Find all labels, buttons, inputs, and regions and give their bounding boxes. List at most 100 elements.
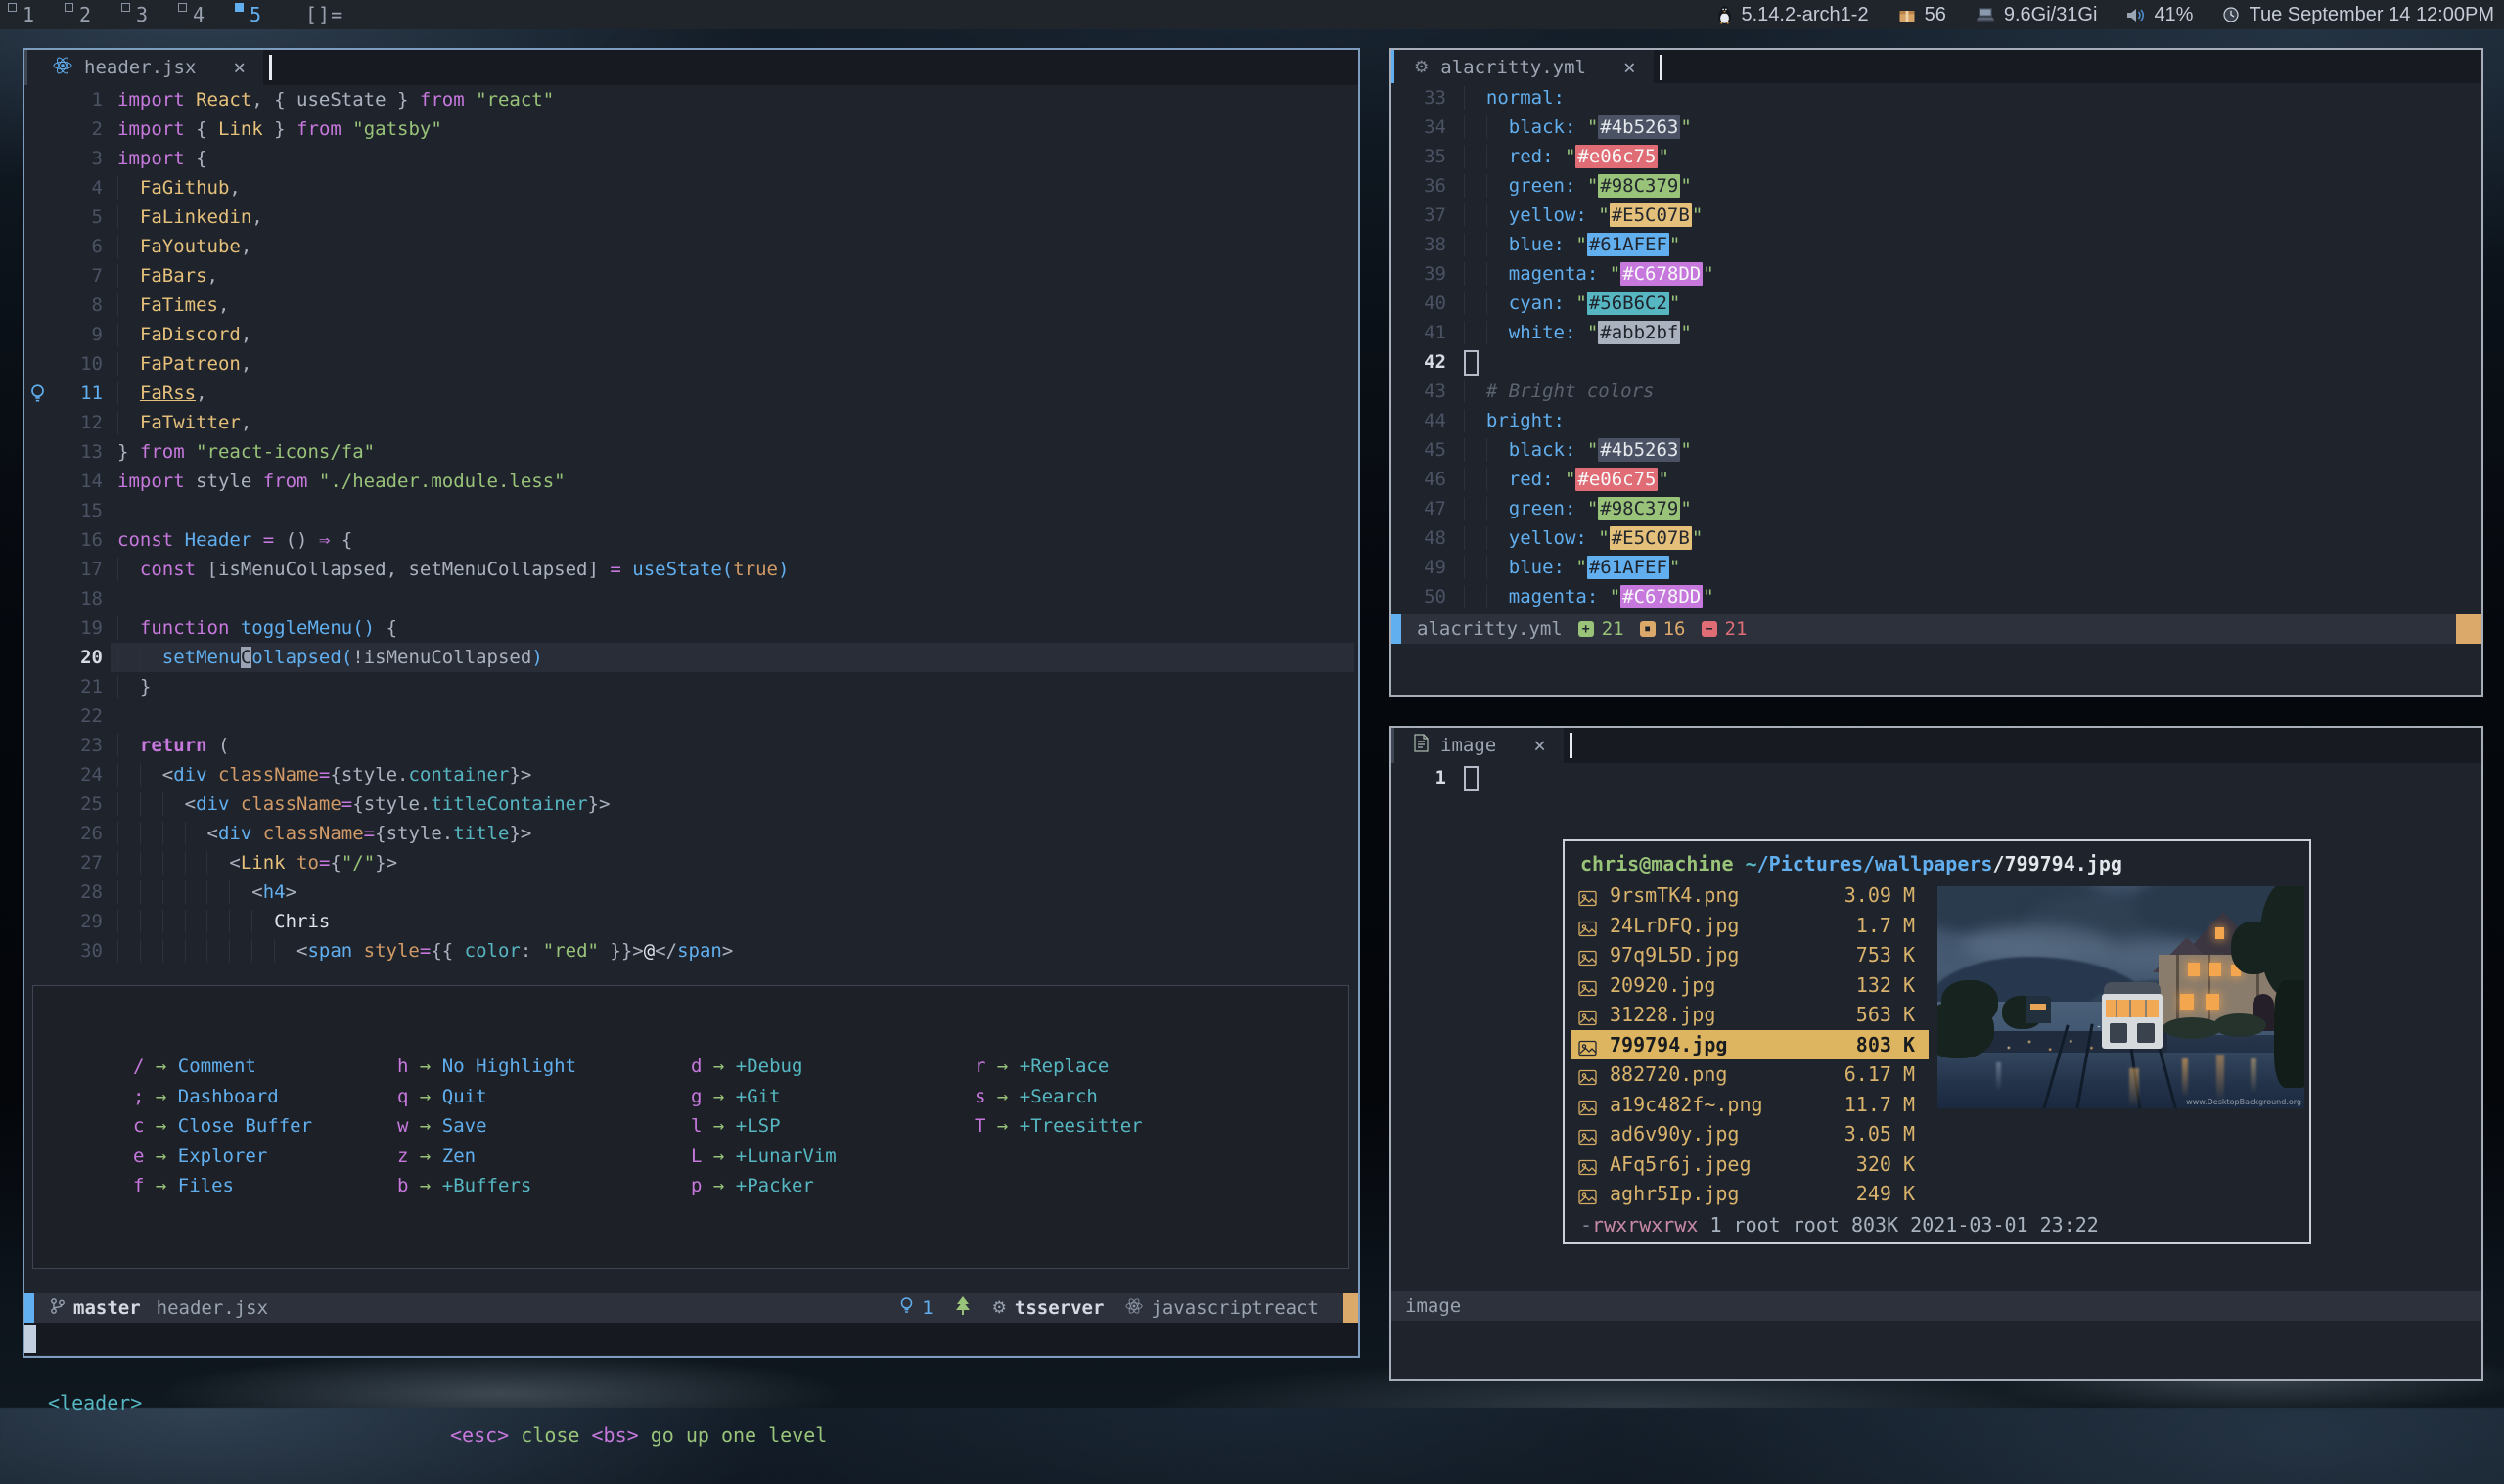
code-line[interactable]: 39 magenta: "#C678DD" <box>1391 259 2481 289</box>
code-line[interactable]: 47 green: "#98C379" <box>1391 494 2481 523</box>
code-line[interactable]: 34 black: "#4b5263" <box>1391 112 2481 142</box>
clock-icon <box>2222 6 2240 23</box>
mode-indicator <box>1391 614 1401 644</box>
whichkey-binding-no-highlight: h → No Highlight <box>397 1056 576 1077</box>
code-line[interactable]: 23 return ( <box>24 731 1358 760</box>
tabline: ⚙ alacritty.yml × <box>1391 50 2481 85</box>
statusline-filename: image <box>1405 1295 1461 1317</box>
code-line[interactable]: 42 <box>1391 347 2481 377</box>
image-file-icon <box>1578 1184 1597 1213</box>
code-line[interactable]: 18 <box>24 584 1358 613</box>
code-line[interactable]: 12 FaTwitter, <box>24 408 1358 437</box>
workspace-4[interactable]: 4 <box>170 0 227 29</box>
code-line[interactable]: 16const Header = () ⇒ { <box>24 525 1358 555</box>
file-row: 97q9L5D.jpg753 K <box>1571 940 1929 969</box>
code-line[interactable]: 26 <div className={style.title}> <box>24 819 1358 848</box>
code-line[interactable]: 24 <div className={style.container}> <box>24 760 1358 789</box>
code-line[interactable]: 41 white: "#abb2bf" <box>1391 318 2481 347</box>
window-editor-left: header.jsx × 1import React, { useState }… <box>23 48 1360 1358</box>
code-line[interactable]: 36 green: "#98C379" <box>1391 171 2481 201</box>
layout-indicator[interactable]: []= <box>305 3 343 26</box>
code-line[interactable]: 30 <span style={{ color: "red" }}>@</spa… <box>24 936 1358 966</box>
code-line[interactable]: 6 FaYoutube, <box>24 232 1358 261</box>
code-line[interactable]: 33 normal: <box>1391 83 2481 112</box>
code-line[interactable]: 45 black: "#4b5263" <box>1391 435 2481 465</box>
cmdline-cursor <box>24 1325 36 1353</box>
code-line[interactable]: 43 # Bright colors <box>1391 377 2481 406</box>
code-line[interactable]: 29 Chris <box>24 907 1358 936</box>
code-line[interactable]: 1import React, { useState } from "react" <box>24 85 1358 114</box>
volume-icon <box>2126 7 2145 23</box>
code-line[interactable]: 35 red: "#e06c75" <box>1391 142 2481 171</box>
close-icon[interactable]: × <box>233 56 246 79</box>
whichkey-binding--git: g → +Git <box>691 1086 781 1107</box>
tab-label: alacritty.yml <box>1440 57 1586 78</box>
code-line[interactable]: 7 FaBars, <box>24 261 1358 291</box>
painting-tram <box>2102 982 2163 1057</box>
tab-alacritty-yml[interactable]: ⚙ alacritty.yml × <box>1394 50 1654 85</box>
code-line[interactable]: 10 FaPatreon, <box>24 349 1358 379</box>
whichkey-binding--replace: r → +Replace <box>975 1056 1109 1077</box>
package-icon <box>1898 6 1916 23</box>
code-line[interactable]: 38 blue: "#61AFEF" <box>1391 230 2481 259</box>
code-line[interactable]: 17 const [isMenuCollapsed, setMenuCollap… <box>24 555 1358 584</box>
code-line[interactable]: 19 function toggleMenu() { <box>24 613 1358 643</box>
tab-label: image <box>1440 735 1496 756</box>
code-line[interactable]: 3import { <box>24 144 1358 173</box>
code-line[interactable]: 28 <h4> <box>24 877 1358 907</box>
git-added: +21 <box>1578 618 1624 640</box>
workspace-1[interactable]: 1 <box>0 0 57 29</box>
code-line[interactable]: 4 FaGithub, <box>24 173 1358 202</box>
statusline-alacritty: alacritty.yml +21 ■16 −21 <box>1391 614 2481 644</box>
git-add-icon: + <box>1578 621 1594 637</box>
code-line[interactable]: 40 cyan: "#56B6C2" <box>1391 289 2481 318</box>
code-line[interactable]: 44 bright: <box>1391 406 2481 435</box>
penguin-icon <box>1716 5 1733 24</box>
whichkey-binding--packer: p → +Packer <box>691 1175 814 1196</box>
workspace-3[interactable]: 3 <box>114 0 170 29</box>
close-icon[interactable]: × <box>1623 56 1636 79</box>
whichkey-binding--treesitter: T → +Treesitter <box>975 1115 1143 1137</box>
whichkey-binding-save: w → Save <box>397 1115 487 1137</box>
git-change-icon: ■ <box>1640 621 1656 637</box>
tab-image[interactable]: image × <box>1394 728 1564 763</box>
diagnostic-hint: 1 <box>899 1296 933 1320</box>
code-line[interactable]: 27 <Link to={"/"}> <box>24 848 1358 877</box>
status-module-clock: Tue September 14 12:00PM <box>2222 4 2494 26</box>
file-row: 24LrDFQ.jpg1.7 M <box>1571 911 1929 940</box>
code-line[interactable]: 9 FaDiscord, <box>24 320 1358 349</box>
file-row: 20920.jpg132 K <box>1571 970 1929 1000</box>
mode-indicator <box>24 1293 34 1323</box>
document-icon <box>1414 734 1429 757</box>
file-row: 882720.png6.17 M <box>1571 1059 1929 1089</box>
workspace-5[interactable]: 5 <box>227 0 284 29</box>
whichkey-binding--lunarvim: L → +LunarVim <box>691 1146 837 1167</box>
code-line[interactable]: 48 yellow: "#E5C07B" <box>1391 523 2481 553</box>
close-icon[interactable]: × <box>1533 734 1546 757</box>
code-line[interactable]: 11 FaRss, <box>24 379 1358 408</box>
code-line[interactable]: 5 FaLinkedin, <box>24 202 1358 232</box>
code-line[interactable]: 25 <div className={style.titleContainer}… <box>24 789 1358 819</box>
code-line[interactable]: 8 FaTimes, <box>24 291 1358 320</box>
code-line[interactable]: 15 <box>24 496 1358 525</box>
file-row: a19c482f~.png11.7 M <box>1571 1090 1929 1119</box>
code-line[interactable]: 22 <box>24 701 1358 731</box>
code-line[interactable]: 2import { Link } from "gatsby" <box>24 114 1358 144</box>
code-line[interactable]: 14import style from "./header.module.les… <box>24 467 1358 496</box>
code-buffer-alacritty[interactable]: 33 normal:34 black: "#4b5263"35 red: "#e… <box>1391 83 2481 614</box>
code-line[interactable]: 1 <box>1391 763 2481 792</box>
status-module-package: 56 <box>1898 4 1946 26</box>
code-line[interactable]: 50 magenta: "#C678DD" <box>1391 582 2481 611</box>
code-line[interactable]: 20 setMenuCollapsed(!isMenuCollapsed) <box>24 643 1358 672</box>
gear-icon: ⚙ <box>1414 58 1429 77</box>
git-branch: master <box>50 1297 141 1320</box>
whichkey-binding-explorer: e → Explorer <box>133 1146 267 1167</box>
code-line[interactable]: 37 yellow: "#E5C07B" <box>1391 201 2481 230</box>
code-line[interactable]: 13} from "react-icons/fa" <box>24 437 1358 467</box>
tab-header-jsx[interactable]: header.jsx × <box>27 50 263 85</box>
code-line[interactable]: 46 red: "#e06c75" <box>1391 465 2481 494</box>
code-line[interactable]: 49 blue: "#61AFEF" <box>1391 553 2481 582</box>
code-line[interactable]: 21 } <box>24 672 1358 701</box>
tabline: header.jsx × <box>24 50 1358 85</box>
workspace-2[interactable]: 2 <box>57 0 114 29</box>
